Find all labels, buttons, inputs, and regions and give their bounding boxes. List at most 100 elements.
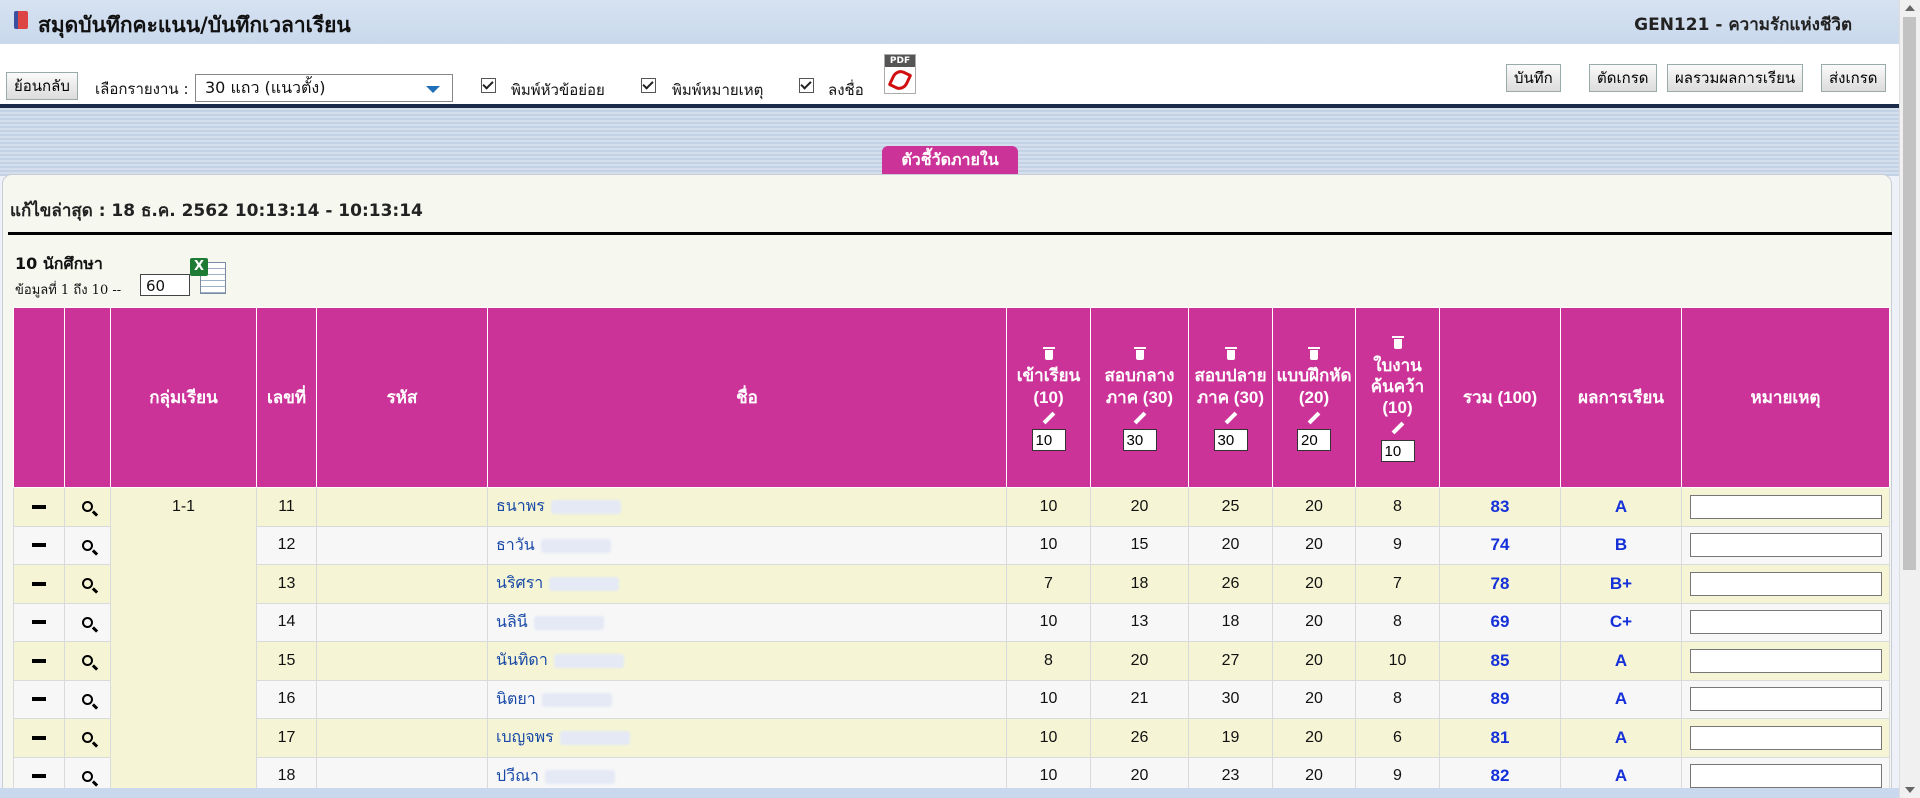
note-input[interactable] — [1689, 687, 1882, 712]
note-input[interactable] — [1689, 725, 1882, 750]
pencil-icon[interactable] — [1224, 411, 1237, 425]
search-icon[interactable] — [82, 539, 93, 551]
search-icon[interactable] — [82, 655, 93, 667]
pencil-icon[interactable] — [1307, 411, 1321, 425]
student-name-link[interactable]: นลินี — [496, 614, 528, 631]
pencil-icon[interactable] — [1042, 411, 1055, 425]
final-score-cell[interactable]: 18 — [1188, 602, 1273, 642]
research-score-cell[interactable]: 8 — [1355, 487, 1440, 527]
research-score-cell[interactable]: 7 — [1355, 564, 1440, 604]
search-icon[interactable] — [82, 693, 93, 705]
exercise-score-cell[interactable]: 20 — [1272, 602, 1356, 642]
student-name-link[interactable]: นันทิดา — [496, 652, 548, 669]
search-icon[interactable] — [82, 770, 93, 782]
note-input[interactable] — [1689, 494, 1882, 519]
minus-icon[interactable] — [32, 697, 46, 702]
minus-icon[interactable] — [32, 735, 46, 740]
submit-grade-button[interactable]: ส่งเกรด — [1821, 64, 1886, 92]
attend-score-cell[interactable]: 8 — [1006, 641, 1091, 681]
final-score-cell[interactable]: 19 — [1188, 718, 1273, 758]
final-score-cell[interactable]: 27 — [1188, 641, 1273, 681]
midterm-score-cell[interactable]: 18 — [1090, 564, 1189, 604]
trash-icon[interactable] — [1391, 335, 1404, 350]
attend-score-cell[interactable]: 7 — [1006, 564, 1091, 604]
attend-score-cell[interactable]: 10 — [1006, 525, 1091, 565]
trash-icon[interactable] — [1042, 346, 1055, 360]
trash-icon[interactable] — [1133, 346, 1146, 360]
minus-icon[interactable] — [32, 620, 46, 625]
research-score-cell[interactable]: 8 — [1355, 679, 1440, 719]
cut-grade-button[interactable]: ตัดเกรด — [1589, 64, 1657, 92]
sign-checkbox[interactable] — [799, 78, 814, 93]
note-input[interactable] — [1689, 764, 1882, 789]
trash-icon[interactable] — [1224, 346, 1237, 360]
excel-export-icon[interactable]: X — [190, 258, 226, 294]
student-name-link[interactable]: เบญจพร — [496, 729, 554, 746]
student-name-link[interactable]: ปวีณา — [496, 768, 539, 785]
research-score-cell[interactable]: 9 — [1355, 525, 1440, 565]
scroll-down-icon[interactable] — [1905, 787, 1915, 793]
midterm-score-cell[interactable]: 26 — [1090, 718, 1189, 758]
search-icon[interactable] — [82, 501, 93, 513]
grade-summary-button[interactable]: ผลรวมผลการเรียน — [1667, 64, 1804, 92]
trash-icon[interactable] — [1308, 346, 1320, 360]
minus-icon[interactable] — [32, 658, 46, 663]
per-page-input[interactable]: 60 — [140, 274, 190, 296]
exercise-score-cell[interactable]: 20 — [1272, 525, 1356, 565]
research-score-cell[interactable]: 10 — [1355, 641, 1440, 681]
note-input[interactable] — [1689, 610, 1882, 635]
max-midterm-input[interactable]: 30 — [1122, 429, 1157, 451]
final-score-cell[interactable]: 26 — [1188, 564, 1273, 604]
max-research-input[interactable]: 10 — [1380, 439, 1415, 462]
note-input[interactable] — [1689, 648, 1882, 673]
print-notes-checkbox[interactable] — [641, 78, 656, 93]
search-icon[interactable] — [82, 616, 93, 628]
back-button[interactable]: ย้อนกลับ — [6, 72, 78, 100]
research-score-cell[interactable]: 6 — [1355, 718, 1440, 758]
max-final-input[interactable]: 30 — [1213, 429, 1248, 451]
note-input[interactable] — [1689, 571, 1882, 596]
minus-icon[interactable] — [32, 581, 46, 586]
number-cell: 17 — [256, 718, 317, 758]
max-attend-input[interactable]: 10 — [1031, 429, 1066, 451]
final-score-cell[interactable]: 20 — [1188, 525, 1273, 565]
scroll-up-icon[interactable] — [1905, 5, 1915, 11]
attend-score-cell[interactable]: 10 — [1006, 679, 1091, 719]
research-score-cell[interactable]: 8 — [1355, 602, 1440, 642]
max-exercise-input[interactable]: 20 — [1297, 429, 1331, 451]
exercise-score-cell[interactable]: 20 — [1272, 487, 1356, 527]
scroll-thumb[interactable] — [1903, 17, 1916, 570]
minus-icon[interactable] — [32, 543, 46, 548]
final-score-cell[interactable]: 30 — [1188, 679, 1273, 719]
exercise-score-cell[interactable]: 20 — [1272, 718, 1356, 758]
tab-internal-indicators[interactable]: ตัวชี้วัดภายใน — [882, 146, 1018, 174]
search-icon[interactable] — [82, 578, 93, 590]
student-name-link[interactable]: ธนาพร — [496, 498, 545, 515]
exercise-score-cell[interactable]: 20 — [1272, 564, 1356, 604]
midterm-score-cell[interactable]: 13 — [1090, 602, 1189, 642]
minus-icon[interactable] — [32, 774, 46, 779]
exercise-score-cell[interactable]: 20 — [1272, 679, 1356, 719]
student-name-link[interactable]: ธาวัน — [496, 537, 535, 554]
student-name-link[interactable]: นริศรา — [496, 575, 543, 592]
minus-icon[interactable] — [32, 504, 46, 509]
note-input[interactable] — [1689, 533, 1882, 558]
midterm-score-cell[interactable]: 15 — [1090, 525, 1189, 565]
midterm-score-cell[interactable]: 20 — [1090, 641, 1189, 681]
save-button[interactable]: บันทึก — [1506, 64, 1561, 92]
scrollbar[interactable] — [1899, 0, 1920, 798]
pencil-icon[interactable] — [1391, 422, 1404, 435]
final-score-cell[interactable]: 25 — [1188, 487, 1273, 527]
exercise-score-cell[interactable]: 20 — [1272, 641, 1356, 681]
midterm-score-cell[interactable]: 20 — [1090, 487, 1189, 527]
attend-score-cell[interactable]: 10 — [1006, 602, 1091, 642]
report-select[interactable]: 30 แถว (แนวตั้ง) — [195, 74, 453, 102]
pencil-icon[interactable] — [1133, 411, 1146, 425]
print-subtopics-checkbox[interactable] — [481, 78, 496, 93]
attend-score-cell[interactable]: 10 — [1006, 718, 1091, 758]
student-name-link[interactable]: นิตยา — [496, 691, 536, 708]
attend-score-cell[interactable]: 10 — [1006, 487, 1091, 527]
midterm-score-cell[interactable]: 21 — [1090, 679, 1189, 719]
pdf-icon[interactable]: PDF — [884, 54, 916, 94]
search-icon[interactable] — [82, 732, 93, 744]
